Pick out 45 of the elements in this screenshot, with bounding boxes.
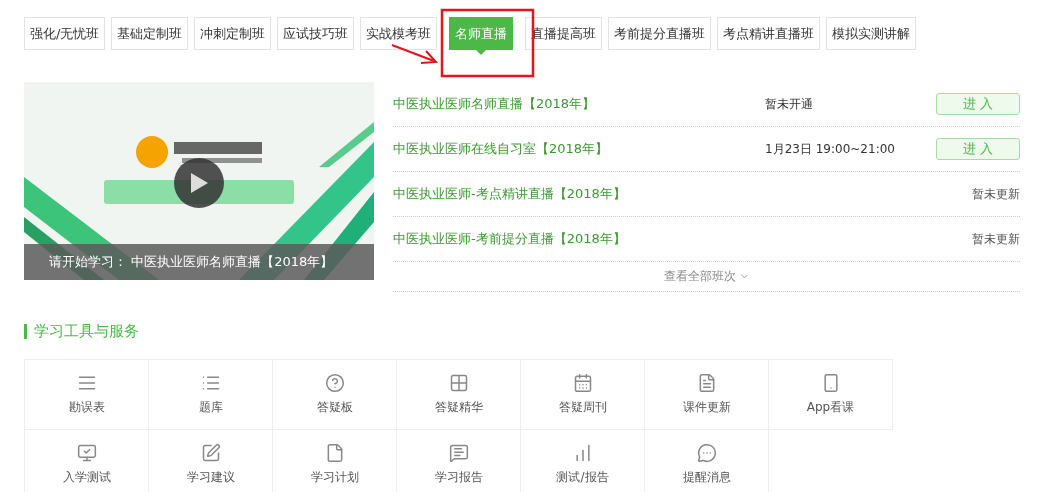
course-title[interactable]: 中医执业医师-考点精讲直播【2018年】 <box>393 185 765 203</box>
tool-tile[interactable]: 学习计划 <box>273 430 397 492</box>
course-schedule: 暂未开通 <box>765 95 814 113</box>
course-tab[interactable]: 冲刺定制班 <box>194 17 272 50</box>
course-tab[interactable]: 模拟实测讲解 <box>826 17 917 50</box>
video-player[interactable]: 请开始学习： 中医执业医师名师直播【2018年】 <box>24 82 374 280</box>
course-title[interactable]: 中医执业医师名师直播【2018年】 <box>393 95 765 113</box>
bulleted-list-icon <box>200 373 221 393</box>
course-tab[interactable]: 强化/无忧班 <box>24 17 106 50</box>
course-tab[interactable]: 基础定制班 <box>111 17 189 50</box>
tool-tile[interactable]: 学习报告 <box>397 430 521 492</box>
annotation-arrow <box>391 44 439 64</box>
help-icon <box>324 373 345 393</box>
tool-tile[interactable]: 答疑周刊 <box>521 360 645 430</box>
section-marker <box>24 324 27 339</box>
calendar-icon <box>572 373 593 393</box>
tool-tile[interactable]: 提醒消息 <box>645 430 769 492</box>
monitor-check-icon <box>76 443 97 463</box>
course-tab[interactable]: 考前提分直播班 <box>608 17 712 50</box>
view-all-link[interactable]: 查看全部班次 <box>663 268 750 285</box>
tool-tile[interactable]: 测试/报告 <box>521 430 645 492</box>
message-icon <box>448 443 469 463</box>
course-schedule: 1月23日 19:00~21:00 <box>765 140 896 158</box>
course-tab[interactable]: 实战模考班 <box>360 17 438 50</box>
tab-pointer-icon <box>475 49 488 55</box>
tool-tile[interactable]: 课件更新 <box>645 360 769 430</box>
course-tab[interactable]: 考点精讲直播班 <box>717 17 821 50</box>
course-tab[interactable]: 应试技巧班 <box>277 17 355 50</box>
video-caption: 请开始学习： 中医执业医师名师直播【2018年】 <box>24 244 374 280</box>
grid-icon <box>448 373 469 393</box>
course-status: 暂未更新 <box>972 185 1020 203</box>
course-title[interactable]: 中医执业医师在线自习室【2018年】 <box>393 140 765 158</box>
course-status: 暂未更新 <box>972 230 1020 248</box>
tool-tile[interactable]: 题库 <box>149 360 273 430</box>
edit-icon <box>200 443 221 463</box>
course-title[interactable]: 中医执业医师-考前提分直播【2018年】 <box>393 230 765 248</box>
tool-tile[interactable]: 答疑精华 <box>397 360 521 430</box>
chat-bubble-icon <box>696 443 717 463</box>
tool-tile[interactable]: App看课 <box>769 360 893 430</box>
tool-tile[interactable]: 学习建议 <box>149 430 273 492</box>
tool-tile[interactable]: 入学测试 <box>25 430 149 492</box>
list-icon <box>76 373 97 393</box>
section-title: 学习工具与服务 <box>34 322 139 341</box>
tool-tile[interactable]: 答疑板 <box>273 360 397 430</box>
tool-tile[interactable]: 勘误表 <box>25 360 149 430</box>
